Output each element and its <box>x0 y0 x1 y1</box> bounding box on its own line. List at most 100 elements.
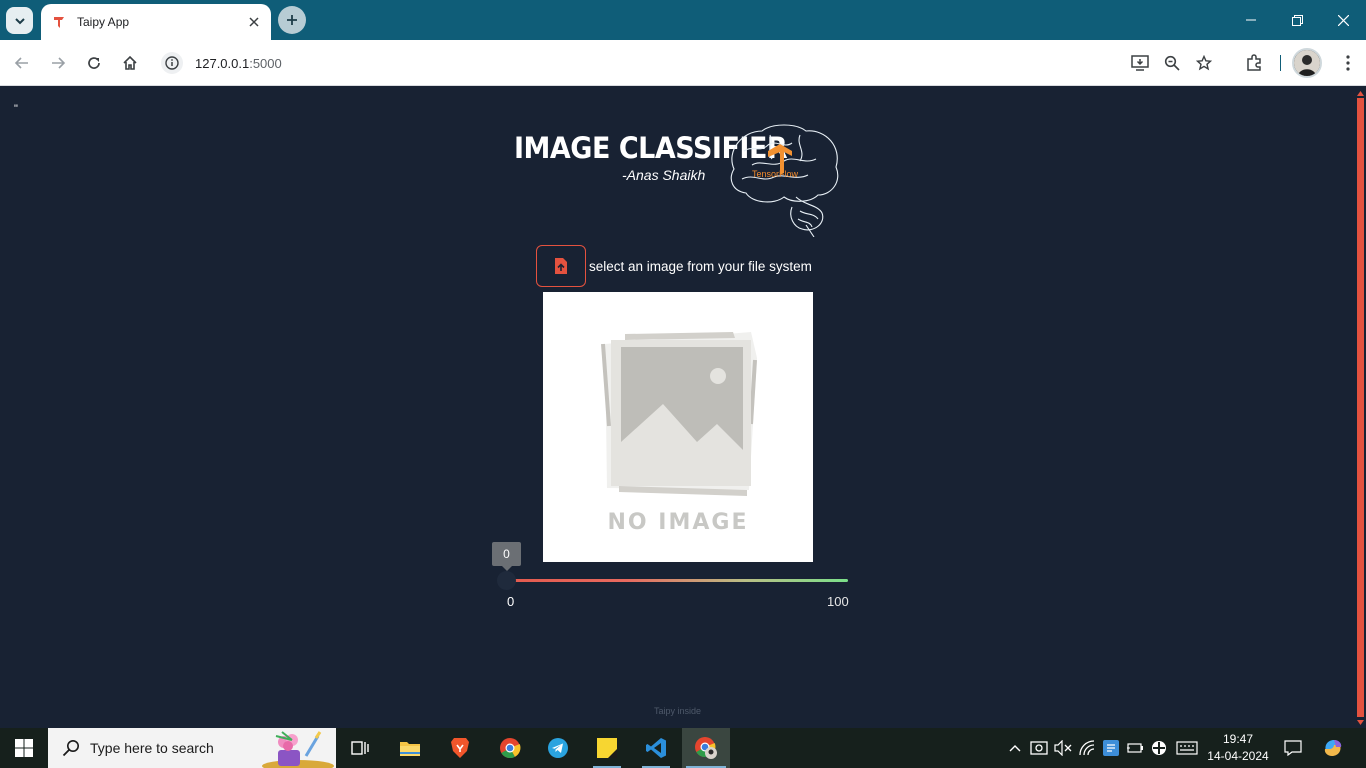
close-window-icon <box>1337 14 1349 26</box>
install-app-icon <box>1131 55 1149 71</box>
confidence-slider[interactable]: 0 0 100 <box>492 542 857 612</box>
vscode-icon <box>646 738 666 758</box>
more-icon <box>1346 55 1350 71</box>
no-image-placeholder-icon <box>601 332 757 496</box>
slider-min-label: 0 <box>507 594 515 609</box>
url-host: 127.0.0.1 <box>195 55 250 71</box>
site-info-icon[interactable] <box>161 52 183 74</box>
brain-icon <box>730 124 839 237</box>
stray-quote-text: " <box>14 103 18 115</box>
tab-title: Taipy App <box>77 15 130 29</box>
meet-now-icon[interactable] <box>1029 738 1049 758</box>
search-highlight-icon <box>262 731 334 768</box>
slider-thumb[interactable] <box>497 571 516 590</box>
app-page: " IMAGE CLASSIFIER -Anas Shaikh TensorFl… <box>0 87 1355 728</box>
scrollbar-thumb[interactable] <box>1357 98 1364 717</box>
upload-label: select an image from your file system <box>589 258 812 274</box>
reload-icon <box>88 57 100 69</box>
taipy-footer: Taipy inside <box>653 706 702 716</box>
vscode-button[interactable] <box>632 728 680 768</box>
slider-track[interactable] <box>507 579 848 582</box>
home-icon <box>123 55 137 70</box>
file-explorer-button[interactable] <box>386 728 434 768</box>
brave-icon <box>451 738 469 758</box>
search-placeholder: Type here to search <box>90 740 214 756</box>
star-icon <box>1196 55 1212 71</box>
restore-icon <box>1291 14 1303 26</box>
copilot-icon[interactable] <box>1322 738 1344 758</box>
slider-value-tooltip: 0 <box>492 542 521 571</box>
file-selector: select an image from your file system <box>536 245 812 287</box>
new-tab-button[interactable] <box>278 6 306 34</box>
scroll-down-icon[interactable] <box>1357 718 1364 726</box>
wifi-icon[interactable] <box>1078 738 1098 758</box>
slider-max-label: 100 <box>827 594 849 609</box>
sticky-notes-button[interactable] <box>583 728 631 768</box>
windows-icon <box>15 739 33 757</box>
browser-tab[interactable]: Taipy App <box>41 4 271 40</box>
upload-button[interactable] <box>536 245 586 287</box>
chrome-profile-icon <box>695 737 717 759</box>
keyboard-icon[interactable] <box>1175 738 1199 758</box>
page-scrollbar[interactable] <box>1355 87 1366 728</box>
image-preview: NO IMAGE <box>543 292 813 562</box>
scroll-up-icon[interactable] <box>1357 89 1364 97</box>
telegram-button[interactable] <box>534 728 582 768</box>
battery-icon[interactable] <box>1125 738 1145 758</box>
clock-date: 14-04-2024 <box>1207 749 1269 763</box>
back-icon <box>14 57 28 69</box>
bookmark-button[interactable] <box>1188 47 1220 79</box>
brave-browser-button[interactable] <box>436 728 484 768</box>
install-app-button[interactable] <box>1124 47 1156 79</box>
chevron-up-icon[interactable] <box>1005 738 1025 758</box>
taskbar-clock[interactable]: 19:47 14-04-2024 <box>1204 731 1272 765</box>
minimize-button[interactable] <box>1228 0 1274 40</box>
task-view-icon <box>351 741 369 755</box>
zoom-icon <box>1164 55 1180 71</box>
app-logo: IMAGE CLASSIFIER -Anas Shaikh TensorFlow <box>512 121 844 239</box>
windows-taskbar: Type here to search 19:47 14-04-2024 <box>0 728 1366 768</box>
chrome-button[interactable] <box>486 728 534 768</box>
forward-icon <box>52 57 66 69</box>
file-upload-icon <box>555 258 567 274</box>
folder-icon <box>400 742 420 756</box>
start-button[interactable] <box>0 728 48 768</box>
extensions-icon <box>1247 54 1261 71</box>
logo-subtitle: -Anas Shaikh <box>622 167 706 183</box>
clock-time: 19:47 <box>1222 732 1254 746</box>
menu-button[interactable] <box>1332 47 1364 79</box>
tensorflow-badge: TensorFlow <box>752 169 799 179</box>
no-image-text: NO IMAGE <box>607 510 749 535</box>
extensions-button[interactable] <box>1238 47 1270 79</box>
home-button[interactable] <box>114 47 146 79</box>
avatar[interactable] <box>1292 48 1322 78</box>
notifications-icon[interactable] <box>1283 738 1303 758</box>
taipy-favicon-icon <box>51 14 67 30</box>
address-bar[interactable]: 127.0.0.1:5000 <box>156 47 1226 79</box>
browser-titlebar: Taipy App <box>0 0 1366 40</box>
close-window-button[interactable] <box>1320 0 1366 40</box>
close-icon[interactable] <box>245 13 263 31</box>
forward-button[interactable] <box>42 47 74 79</box>
security-icon[interactable] <box>1149 738 1169 758</box>
url-port: :5000 <box>249 55 282 71</box>
minimize-icon <box>1246 19 1256 21</box>
task-view-button[interactable] <box>336 728 384 768</box>
chrome-active-button[interactable] <box>682 728 730 768</box>
restore-button[interactable] <box>1274 0 1320 40</box>
chrome-icon <box>500 738 521 759</box>
chevron-down-icon <box>14 17 25 24</box>
reload-button[interactable] <box>78 47 110 79</box>
taskbar-search[interactable]: Type here to search <box>48 728 336 768</box>
tab-search-button[interactable] <box>6 7 33 34</box>
network-app-icon[interactable] <box>1101 738 1121 758</box>
search-icon <box>62 740 79 757</box>
zoom-button[interactable] <box>1156 47 1188 79</box>
sticky-notes-icon <box>597 738 617 758</box>
toolbar-separator <box>1280 55 1281 71</box>
volume-muted-icon[interactable] <box>1053 738 1073 758</box>
browser-toolbar: 127.0.0.1:5000 <box>0 40 1366 86</box>
telegram-icon <box>548 738 568 758</box>
back-button[interactable] <box>6 47 38 79</box>
url-text: 127.0.0.1:5000 <box>195 56 282 71</box>
